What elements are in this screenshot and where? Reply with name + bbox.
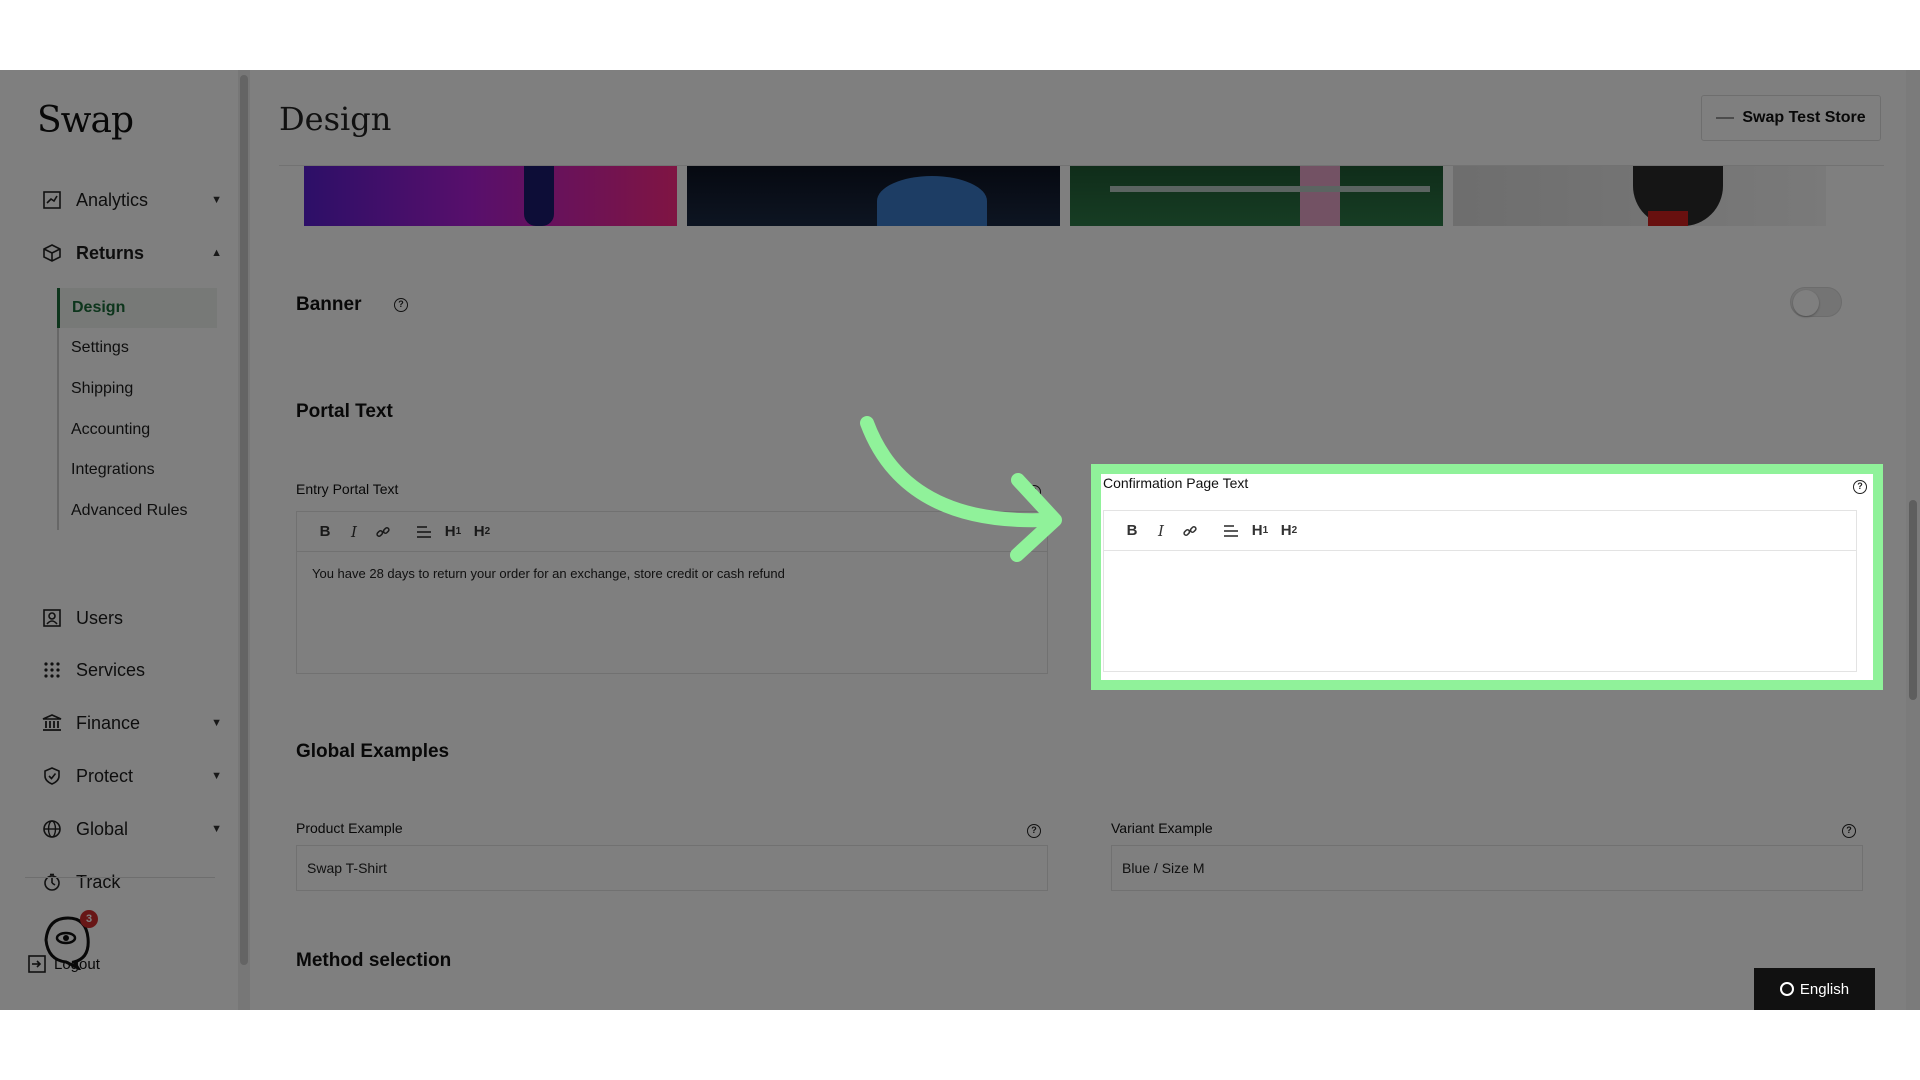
sidebar-item-label: Track xyxy=(76,871,121,892)
heading2-button[interactable]: H2 xyxy=(1275,517,1303,545)
globe-icon xyxy=(42,819,62,839)
sidebar-item-finance[interactable]: Finance ▼ xyxy=(42,703,222,743)
sidebar-scrollbar[interactable] xyxy=(238,70,250,1010)
sidebar-item-label: Services xyxy=(76,659,146,680)
store-label: Swap Test Store xyxy=(1742,109,1866,126)
sidebar-item-label: Protect xyxy=(76,765,134,786)
variant-example-input[interactable]: Blue / Size M xyxy=(1111,845,1863,891)
user-icon xyxy=(42,608,62,628)
sidebar: Swap Analytics ▼ Returns ▲ Users Service… xyxy=(0,70,250,1010)
align-icon[interactable] xyxy=(410,518,438,546)
box-icon xyxy=(42,243,62,263)
sidebar-item-track[interactable]: Track xyxy=(42,862,222,902)
sidebar-item-label: Global xyxy=(76,818,129,839)
main-scrollbar[interactable] xyxy=(1906,70,1920,1010)
globe-icon xyxy=(1779,982,1794,996)
grid-icon xyxy=(42,660,62,680)
confirmation-page-text-label: Confirmation Page Text xyxy=(1103,475,1249,491)
page-title: Design xyxy=(279,100,392,138)
chevron-down-icon: ▼ xyxy=(211,194,222,206)
chevron-down-icon: ▼ xyxy=(211,823,222,835)
confirmation-page-text-editor[interactable]: B I H1 H2 xyxy=(1103,510,1857,672)
chart-icon xyxy=(42,190,62,210)
app-logo: Swap xyxy=(37,100,134,141)
logout-icon xyxy=(28,955,46,973)
confirmation-page-text-value xyxy=(1104,551,1856,579)
heading1-button[interactable]: H1 xyxy=(1246,517,1274,545)
subnav-item-advanced-rules[interactable]: Advanced Rules xyxy=(59,491,219,531)
sidebar-item-label: Users xyxy=(76,607,124,628)
sidebar-item-label: Finance xyxy=(76,712,141,733)
bold-button[interactable]: B xyxy=(1118,517,1146,545)
help-icon[interactable]: ? xyxy=(1027,824,1041,838)
tour-arrow-icon xyxy=(860,416,1062,562)
global-examples-title: Global Examples xyxy=(296,741,450,762)
portal-text-title: Portal Text xyxy=(296,401,393,422)
logout-button[interactable]: Logout xyxy=(28,955,100,973)
minus-icon xyxy=(1716,117,1735,119)
sidebar-item-services[interactable]: Services xyxy=(42,650,222,690)
variant-example-label: Variant Example xyxy=(1111,820,1213,836)
method-selection-title: Method selection xyxy=(296,950,452,971)
subnav-item-shipping[interactable]: Shipping xyxy=(59,369,219,409)
confirmation-highlight: Confirmation Page Text ? B I H1 H2 xyxy=(1091,464,1883,690)
banner-title: Banner xyxy=(296,294,362,315)
product-example-input[interactable]: Swap T-Shirt xyxy=(296,845,1048,891)
sidebar-item-label: Returns xyxy=(76,242,145,263)
notification-badge: 3 xyxy=(80,910,98,928)
language-label: English xyxy=(1799,980,1850,998)
returns-subnav: Design Settings Shipping Accounting Inte… xyxy=(57,288,217,530)
sidebar-item-users[interactable]: Users xyxy=(42,598,222,638)
language-button[interactable]: English xyxy=(1754,968,1875,1010)
chevron-up-icon: ▲ xyxy=(211,247,222,259)
subnav-item-accounting[interactable]: Accounting xyxy=(59,410,219,450)
link-icon[interactable] xyxy=(369,518,397,546)
heading1-button[interactable]: H1 xyxy=(439,518,467,546)
help-icon[interactable]: ? xyxy=(1842,824,1856,838)
product-example-label: Product Example xyxy=(296,820,403,836)
theme-thumbnail[interactable] xyxy=(1453,166,1826,226)
sidebar-divider xyxy=(25,877,215,878)
chevron-down-icon: ▼ xyxy=(211,770,222,782)
heading2-button[interactable]: H2 xyxy=(468,518,496,546)
help-icon[interactable]: ? xyxy=(394,298,408,312)
theme-thumbnail[interactable] xyxy=(304,166,677,226)
app-window: Swap Analytics ▼ Returns ▲ Users Service… xyxy=(0,70,1920,1010)
theme-thumbnail[interactable] xyxy=(687,166,1060,226)
link-icon[interactable] xyxy=(1176,517,1204,545)
logout-label: Logout xyxy=(54,955,100,973)
italic-button[interactable]: I xyxy=(1147,517,1175,545)
shield-icon xyxy=(42,766,62,786)
sidebar-item-protect[interactable]: Protect ▼ xyxy=(42,756,222,796)
subnav-item-settings[interactable]: Settings xyxy=(59,328,219,368)
sidebar-item-label: Analytics xyxy=(76,189,149,210)
subnav-item-design[interactable]: Design xyxy=(57,288,217,328)
subnav-item-integrations[interactable]: Integrations xyxy=(59,450,219,490)
theme-thumbnail[interactable] xyxy=(1070,166,1443,226)
banner-toggle[interactable] xyxy=(1790,287,1842,317)
sidebar-item-global[interactable]: Global ▼ xyxy=(42,809,222,849)
align-icon[interactable] xyxy=(1217,517,1245,545)
help-icon[interactable]: ? xyxy=(1853,480,1867,494)
entry-portal-text-label: Entry Portal Text xyxy=(296,481,399,497)
sidebar-item-analytics[interactable]: Analytics ▼ xyxy=(42,180,222,220)
track-icon xyxy=(42,872,62,892)
sidebar-item-returns[interactable]: Returns ▲ xyxy=(42,233,222,273)
bank-icon xyxy=(42,713,62,733)
bold-button[interactable]: B xyxy=(311,518,339,546)
editor-toolbar: B I H1 H2 xyxy=(1104,511,1856,551)
italic-button[interactable]: I xyxy=(340,518,368,546)
chevron-down-icon: ▼ xyxy=(211,717,222,729)
store-selector-button[interactable]: Swap Test Store xyxy=(1701,95,1881,141)
